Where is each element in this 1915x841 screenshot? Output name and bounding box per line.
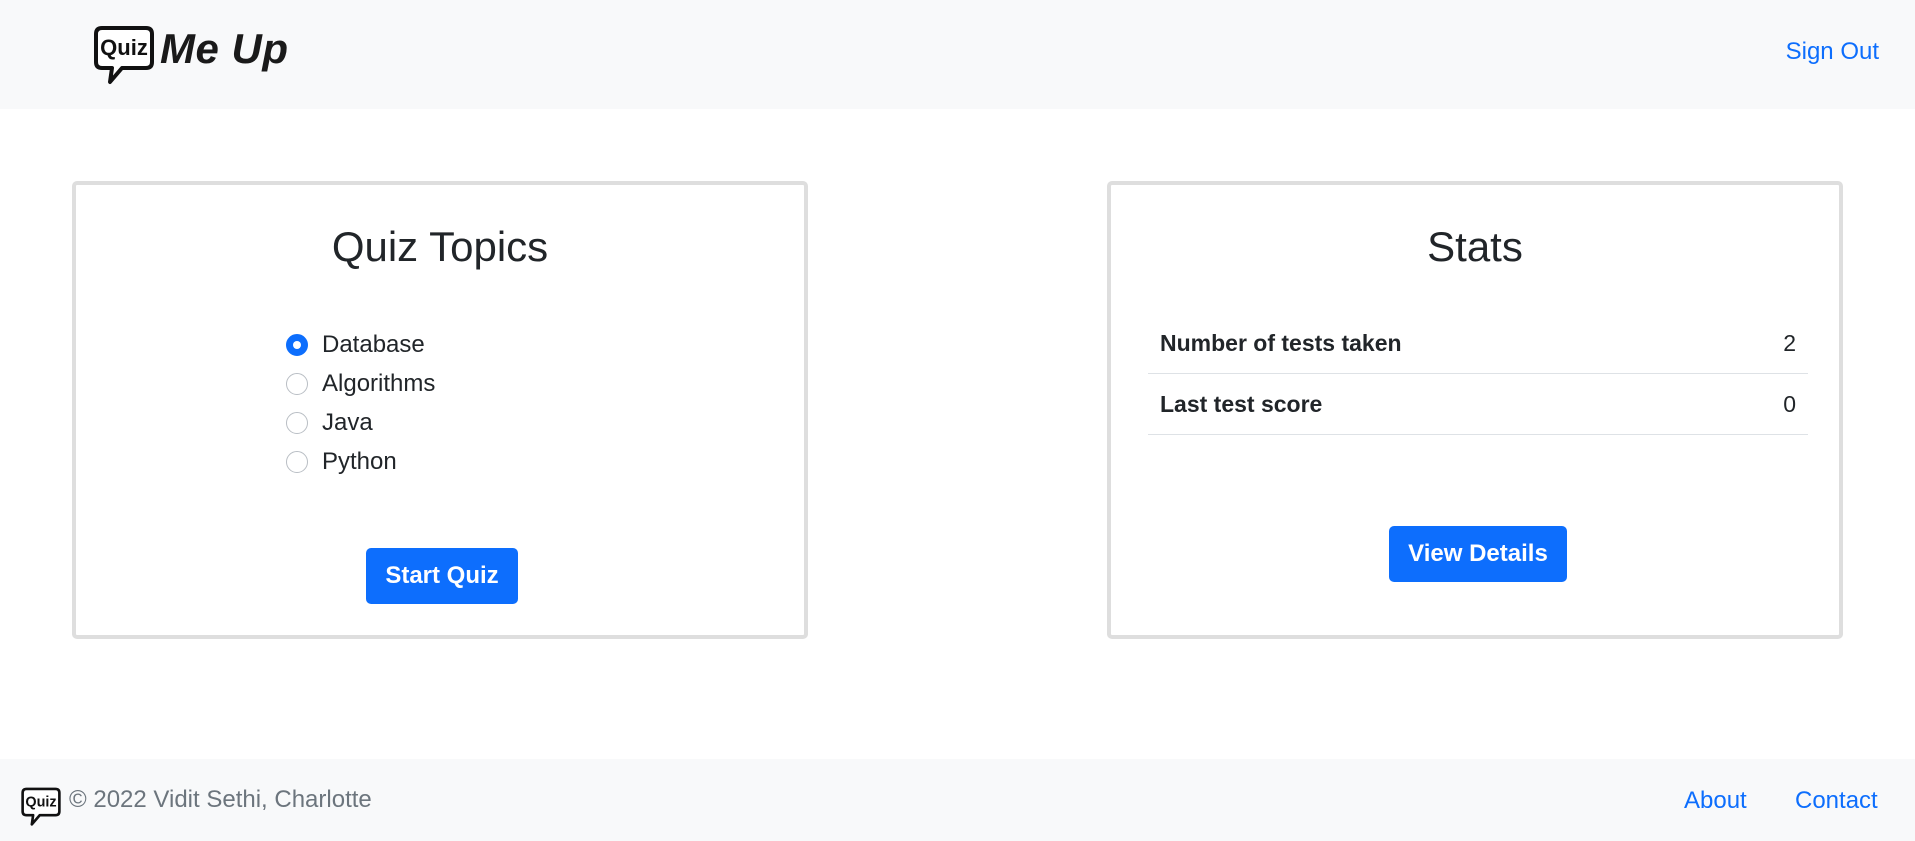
topic-label: Java <box>322 408 373 436</box>
sign-out-link[interactable]: Sign Out <box>1786 38 1879 66</box>
stat-label: Last test score <box>1148 373 1728 435</box>
stat-label: Number of tests taken <box>1148 313 1728 374</box>
topic-option-python[interactable]: Python <box>286 442 435 481</box>
speech-bubble-icon: Quiz <box>94 26 154 84</box>
view-details-button[interactable]: View Details <box>1389 526 1567 582</box>
stats-table: Number of tests taken 2 Last test score … <box>1148 313 1808 435</box>
about-link[interactable]: About <box>1684 787 1747 815</box>
brand[interactable]: Quiz Me Up <box>92 24 289 90</box>
speech-bubble-icon: Quiz <box>21 787 61 826</box>
quiz-topics-title: Quiz Topics <box>331 223 549 270</box>
brand-logo-text: Quiz <box>100 35 148 60</box>
topic-option-database[interactable]: Database <box>286 325 435 364</box>
stat-value: 0 <box>1727 373 1808 435</box>
topic-option-java[interactable]: Java <box>286 403 435 442</box>
radio-unchecked-icon[interactable] <box>286 411 308 434</box>
radio-unchecked-icon[interactable] <box>286 450 308 473</box>
topic-label: Database <box>322 330 425 358</box>
copyright-text: © 2022 Vidit Sethi, Charlotte <box>69 786 372 813</box>
page: Quiz Me Up Sign Out Quiz Topics Database… <box>0 0 1915 841</box>
topic-option-algorithms[interactable]: Algorithms <box>286 364 435 403</box>
stats-title: Stats <box>1427 223 1523 270</box>
footer-logo-text: Quiz <box>25 795 56 811</box>
radio-checked-icon[interactable] <box>286 333 308 356</box>
top-navbar: Quiz Me Up Sign Out <box>0 0 1915 109</box>
quiz-topics-card: Quiz Topics Database Algorithms Java Pyt… <box>72 181 808 639</box>
topic-label: Python <box>322 447 397 475</box>
table-row: Number of tests taken 2 <box>1148 313 1808 374</box>
topic-label: Algorithms <box>322 369 436 397</box>
radio-unchecked-icon[interactable] <box>286 372 308 395</box>
stats-card: Stats Number of tests taken 2 Last test … <box>1107 181 1843 639</box>
stat-value: 2 <box>1727 313 1808 374</box>
contact-link[interactable]: Contact <box>1795 787 1878 815</box>
brand-name: Me Up <box>160 25 289 72</box>
start-quiz-button[interactable]: Start Quiz <box>366 548 518 604</box>
table-row: Last test score 0 <box>1148 373 1808 435</box>
footer: Quiz © 2022 Vidit Sethi, Charlotte About… <box>0 759 1915 841</box>
topic-radio-group: Database Algorithms Java Python <box>286 325 435 481</box>
